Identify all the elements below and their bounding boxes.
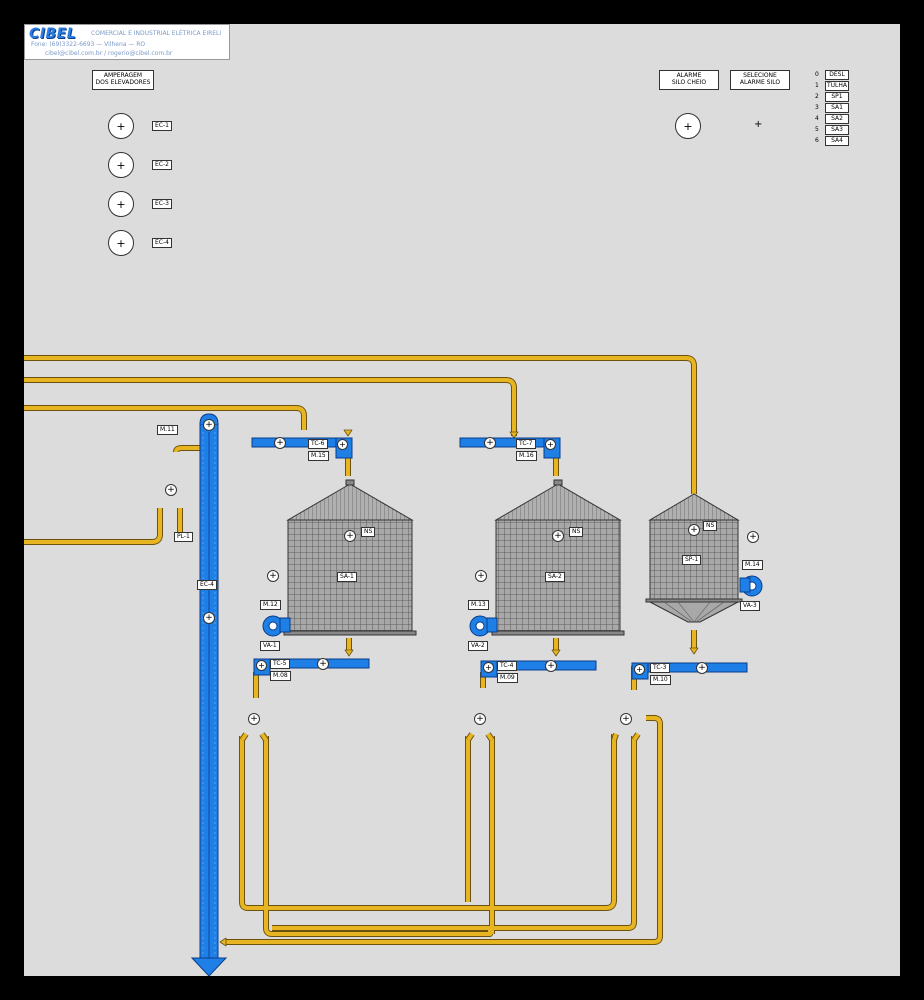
pl1-indicator[interactable]: + bbox=[165, 484, 177, 496]
sa2-tag: SA-2 bbox=[545, 572, 565, 582]
silo-sa1 bbox=[283, 479, 417, 636]
sa1-temp-indicator[interactable]: + bbox=[267, 570, 279, 582]
bucket-elevator bbox=[190, 413, 228, 976]
m13-tag: M.13 bbox=[468, 600, 489, 610]
scada-canvas: CIBEL COMERCIAL E INDUSTRIAL ELÉTRICA EI… bbox=[24, 24, 900, 976]
m10-tag: M.10 bbox=[650, 675, 671, 685]
sp1-tag: SP-1 bbox=[682, 555, 702, 565]
tc3-motor-icon[interactable]: + bbox=[634, 664, 645, 675]
sa1-ns-tag: NS bbox=[361, 527, 376, 537]
tc6-tag: TC-6 bbox=[308, 439, 328, 449]
tc4-tag: TC-4 bbox=[497, 661, 517, 671]
va1-tag: VA-1 bbox=[260, 641, 280, 651]
m14-tag: M.14 bbox=[742, 560, 763, 570]
sa2-temp-indicator[interactable]: + bbox=[475, 570, 487, 582]
tc7-indicator[interactable]: + bbox=[484, 437, 496, 449]
top-conveyors bbox=[251, 437, 561, 459]
ca-indicator-1[interactable]: + bbox=[248, 713, 260, 725]
ca-indicator-3[interactable]: + bbox=[620, 713, 632, 725]
elevator-amperage-indicator[interactable]: + bbox=[203, 612, 215, 624]
elevator-motor-indicator[interactable]: + bbox=[203, 419, 215, 431]
tc4-indicator[interactable]: + bbox=[545, 660, 557, 672]
va3-tag: VA-3 bbox=[740, 601, 760, 611]
m08-tag: M.08 bbox=[270, 671, 291, 681]
tc5-motor-icon[interactable]: + bbox=[256, 660, 267, 671]
tc4-motor-icon[interactable]: + bbox=[483, 662, 494, 673]
ca-indicator-2[interactable]: + bbox=[474, 713, 486, 725]
va2-tag: VA-2 bbox=[468, 641, 488, 651]
m16-tag: M.16 bbox=[516, 451, 537, 461]
tc6-motor-icon[interactable]: + bbox=[337, 439, 348, 450]
tc7-tag: TC-7 bbox=[516, 439, 536, 449]
tc6-indicator[interactable]: + bbox=[274, 437, 286, 449]
tc5-tag: TC-5 bbox=[270, 659, 290, 669]
grain-pipes bbox=[24, 355, 699, 947]
tc7-motor-icon[interactable]: + bbox=[545, 439, 556, 450]
sp1-ns-tag: NS bbox=[703, 521, 718, 531]
m09-tag: M.09 bbox=[497, 673, 518, 683]
silo-sa2 bbox=[491, 479, 625, 636]
process-diagram bbox=[24, 355, 763, 976]
sa1-level-indicator[interactable]: + bbox=[344, 530, 356, 542]
tc3-indicator[interactable]: + bbox=[696, 662, 708, 674]
elevator-tag: EC-4 bbox=[197, 580, 217, 590]
sa2-ns-tag: NS bbox=[569, 527, 584, 537]
tc5-indicator[interactable]: + bbox=[317, 658, 329, 670]
pl1-tag: PL-1 bbox=[174, 532, 193, 542]
elevator-motor-tag: M.11 bbox=[157, 425, 178, 435]
sa2-level-indicator[interactable]: + bbox=[552, 530, 564, 542]
tc3-tag: TC-3 bbox=[650, 663, 670, 673]
sp1-temp-indicator[interactable]: + bbox=[747, 531, 759, 543]
sa1-tag: SA-1 bbox=[337, 572, 357, 582]
m12-tag: M.12 bbox=[260, 600, 281, 610]
sp1-level-indicator[interactable]: + bbox=[688, 524, 700, 536]
m15-tag: M.15 bbox=[308, 451, 329, 461]
